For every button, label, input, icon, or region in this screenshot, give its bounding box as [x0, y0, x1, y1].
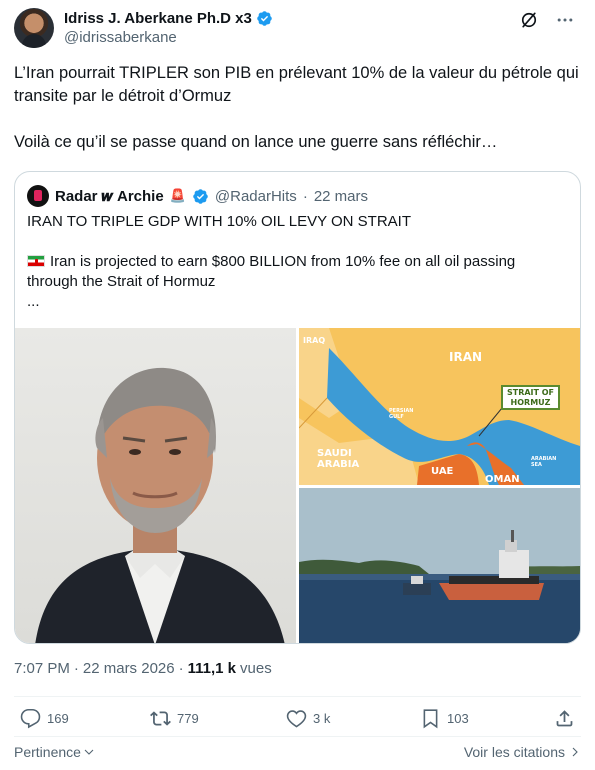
quoted-author-handle[interactable]: @RadarHits	[215, 188, 297, 205]
strait-of-hormuz-map[interactable]: IRAQ IRAN PERSIAN GULF SAUDI ARABIA UAE …	[299, 328, 580, 485]
tweet-text: L’Iran pourrait TRIPLER son PIB en préle…	[14, 62, 581, 154]
quoted-tweet[interactable]: Radar 𝒘 Archie 🚨 @RadarHits · 22 mars IR…	[14, 171, 581, 644]
map-label-strait-of-hormuz: STRAIT OF HORMUZ	[501, 385, 560, 410]
tanker-illustration	[299, 488, 580, 643]
more-options-icon[interactable]	[555, 10, 575, 30]
repost-button[interactable]: 779	[150, 708, 199, 729]
author-handle[interactable]: @idrissaberkane	[64, 29, 273, 46]
view-quotes-link[interactable]: Voir les citations	[464, 744, 581, 760]
bookmark-icon	[423, 709, 438, 729]
tweet-paragraph: Voilà ce qu’il se passe quand on lance u…	[14, 133, 498, 151]
map-label-arabian-sea: ARABIAN SEA	[531, 456, 557, 468]
share-button[interactable]	[554, 708, 575, 729]
divider	[14, 736, 581, 737]
bookmark-button[interactable]: 103	[420, 708, 469, 729]
author-block[interactable]: Idriss J. Aberkane Ph.D x3 @idrissaberka…	[64, 8, 273, 46]
action-bar: 169 779 3 k 103	[14, 708, 581, 736]
quoted-tweet-header: Radar 𝒘 Archie 🚨 @RadarHits · 22 mars	[27, 185, 368, 207]
dot-separator: ·	[302, 187, 308, 205]
sort-label: Pertinence	[14, 744, 81, 760]
quoted-ellipsis: ...	[27, 293, 40, 310]
reply-icon	[20, 708, 41, 729]
tweet-paragraph: L’Iran pourrait TRIPLER son PIB en préle…	[14, 64, 579, 105]
tweet-meta: 7:07 PM · 22 mars 2026 · 111,1 k vues	[14, 660, 272, 677]
author-name[interactable]: Idriss J. Aberkane Ph.D x3	[64, 10, 252, 27]
like-count: 3 k	[313, 711, 331, 726]
dot-separator: ·	[178, 660, 184, 677]
divider	[14, 696, 581, 697]
map-label-uae: UAE	[431, 466, 454, 477]
tweet-time[interactable]: 7:07 PM	[14, 660, 70, 677]
bookmark-count: 103	[447, 711, 469, 726]
map-label-saudi-arabia: SAUDI ARABIA	[317, 448, 360, 470]
map-label-iraq: IRAQ	[303, 336, 326, 345]
map-label-iran: IRAN	[449, 350, 483, 364]
reply-button[interactable]: 169	[20, 708, 69, 729]
repost-icon	[150, 711, 171, 726]
media-grid: IRAQ IRAN PERSIAN GULF SAUDI ARABIA UAE …	[15, 328, 580, 643]
grok-icon[interactable]	[519, 10, 539, 30]
quoted-author-avatar[interactable]	[27, 185, 49, 207]
map-label-persian-gulf: PERSIAN GULF	[389, 408, 414, 420]
map-label-oman: OMAN	[485, 474, 520, 485]
chevron-down-icon	[84, 749, 94, 755]
quoted-body: Iran is projected to earn $800 BILLION f…	[27, 253, 516, 290]
quoted-date[interactable]: 22 mars	[314, 188, 368, 205]
author-avatar[interactable]	[14, 8, 54, 48]
view-quotes-label: Voir les citations	[463, 744, 565, 760]
chevron-right-icon	[572, 747, 578, 757]
siren-emoji-icon: 🚨	[169, 188, 186, 203]
portrait-photo[interactable]	[15, 328, 296, 643]
share-icon	[556, 710, 573, 727]
verified-badge-icon	[257, 10, 272, 26]
sort-relevance-dropdown[interactable]: Pertinence	[14, 744, 95, 760]
quoted-author-name[interactable]: Radar 𝒘 Archie	[55, 188, 164, 205]
heart-icon	[286, 710, 307, 728]
views-count[interactable]: 111,1 k	[188, 660, 236, 677]
reply-count: 169	[47, 711, 69, 726]
oil-tanker-photo[interactable]	[299, 488, 580, 643]
like-button[interactable]: 3 k	[286, 708, 330, 729]
repost-count: 779	[177, 711, 199, 726]
tweet-date[interactable]: 22 mars 2026	[83, 660, 175, 677]
verified-badge-icon	[193, 188, 208, 204]
quoted-headline: IRAN TO TRIPLE GDP WITH 10% OIL LEVY ON …	[27, 213, 411, 230]
views-label: vues	[240, 660, 272, 677]
tweet-header: Idriss J. Aberkane Ph.D x3 @idrissaberka…	[14, 4, 581, 52]
portrait-illustration	[35, 367, 285, 643]
quoted-body-line: Iran is projected to earn $800 BILLION f…	[27, 252, 567, 292]
quoted-tweet-text: IRAN TO TRIPLE GDP WITH 10% OIL LEVY ON …	[27, 212, 567, 312]
dot-separator: ·	[73, 660, 79, 677]
iran-flag-icon	[27, 255, 45, 267]
